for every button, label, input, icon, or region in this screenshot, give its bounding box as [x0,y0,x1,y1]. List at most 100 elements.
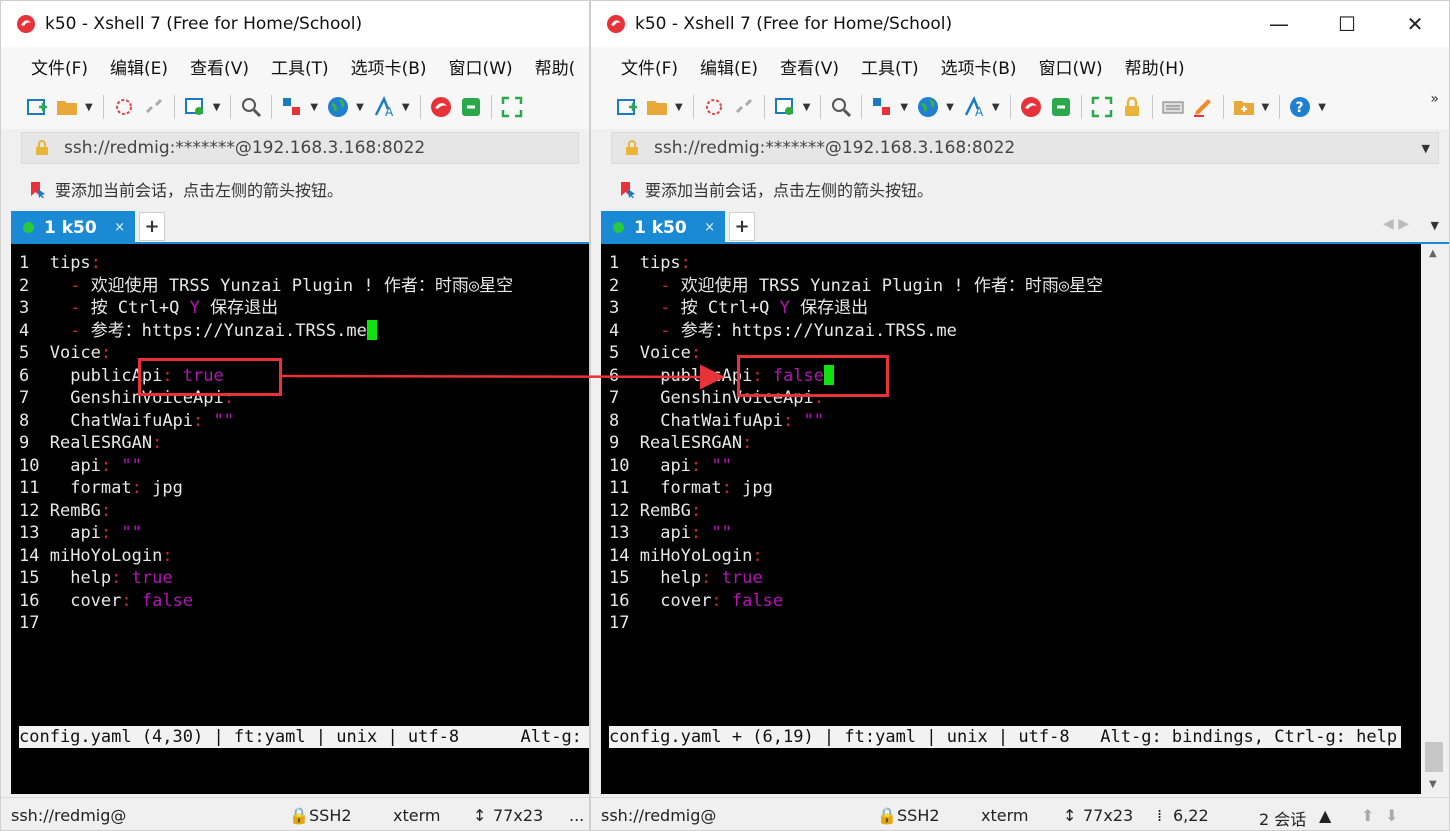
editor-line: 3 - 按 Ctrl+Q Y 保存退出 [19,298,279,318]
toolbar-overflow-icon[interactable]: » [1430,91,1439,107]
lock-icon[interactable] [1120,95,1144,119]
help-icon[interactable]: ? [1288,95,1312,119]
address-dropdown-icon[interactable]: ▼ [1422,142,1430,155]
menu-help[interactable]: 帮助(H) [1125,54,1185,79]
new-session-icon[interactable] [615,95,639,119]
line-number: 6 [609,365,640,386]
fullscreen-icon[interactable] [500,95,524,119]
find-icon[interactable] [239,95,263,119]
menu-edit[interactable]: 编辑(E) [700,54,758,79]
chevron-down-icon[interactable]: ▼ [1318,102,1326,113]
menu-window[interactable]: 窗口(W) [1039,54,1103,79]
yaml-colon: : [690,523,712,543]
chevron-down-icon[interactable]: ▼ [992,102,1000,113]
font-icon[interactable]: A [372,95,396,119]
yaml-value: false [731,590,784,611]
toolbar-separator [692,95,694,119]
address-text: ssh://redmig:*******@192.168.3.168:8022 [64,138,426,158]
menu-file[interactable]: 文件(F) [31,54,88,79]
connect-icon[interactable] [112,95,136,119]
close-button[interactable]: ✕ [1381,1,1449,47]
chevron-down-icon[interactable]: ▼ [310,102,318,113]
bookmark-arrow-icon[interactable] [29,180,47,198]
menu-tools[interactable]: 工具(T) [271,54,329,79]
chevron-down-icon[interactable]: ▼ [213,102,221,113]
yaml-colon: : [742,433,753,453]
new-session-icon[interactable] [25,95,49,119]
terminal-area[interactable]: config.yaml (4,30) | ft:yaml | unix | ut… [11,244,589,794]
status-sessions[interactable]: 2 会话 [1259,806,1306,830]
open-folder-icon[interactable] [645,95,669,119]
find-icon[interactable] [829,95,853,119]
yaml-highlight: Y [779,298,790,318]
properties-icon[interactable] [183,95,207,119]
chevron-down-icon[interactable]: ▼ [675,102,683,113]
next-session-icon[interactable]: ⬇ [1385,806,1398,825]
line-number: 13 [609,523,640,543]
properties-icon[interactable] [773,95,797,119]
tab-session-k50[interactable]: 1 k50 × [11,211,135,244]
yaml-key: 按 Ctrl+Q [680,298,780,318]
transfer-icon[interactable] [280,95,304,119]
terminal-area[interactable]: config.yaml + (6,19) | ft:yaml | unix | … [601,244,1421,794]
yaml-key: miHoYoLogin [639,545,753,566]
add-tab-button[interactable]: + [729,212,755,241]
close-tab-icon[interactable]: × [704,220,715,235]
chevron-down-icon[interactable]: ▼ [946,102,954,113]
connect-icon[interactable] [702,95,726,119]
chevron-down-icon[interactable]: ▼ [900,102,908,113]
menu-tab[interactable]: 选项卡(B) [941,54,1017,79]
address-bar[interactable]: ssh://redmig:*******@192.168.3.168:8022 … [611,132,1439,164]
globe-icon[interactable] [326,95,350,119]
xftp-icon[interactable] [1049,95,1073,119]
menu-edit[interactable]: 编辑(E) [110,54,168,79]
new-tab-icon[interactable] [1232,95,1256,119]
chevron-down-icon[interactable]: ▼ [1262,102,1270,113]
editor-line: 17 [609,612,640,634]
editor-line: 4 - 参考：https://Yunzai.TRSS.me [19,319,377,342]
menu-help[interactable]: 帮助( [535,54,576,79]
disconnect-icon[interactable] [732,95,756,119]
list-dash: - [70,298,91,318]
yaml-value: "" [711,523,732,543]
menu-window[interactable]: 窗口(W) [449,54,513,79]
toolbar-separator [1279,95,1281,119]
disconnect-icon[interactable] [142,95,166,119]
menu-view[interactable]: 查看(V) [780,54,839,79]
chevron-down-icon[interactable]: ▼ [356,102,364,113]
scroll-up-icon[interactable]: ▲ [1429,248,1437,259]
transfer-icon[interactable] [870,95,894,119]
line-number: 15 [19,568,50,588]
scroll-down-icon[interactable]: ▼ [1429,779,1437,790]
tab-scroll-arrows-icon[interactable]: ◀ ▶ [1383,216,1409,232]
menu-tools[interactable]: 工具(T) [861,54,919,79]
scrollbar-thumb[interactable] [1425,742,1443,772]
globe-icon[interactable] [916,95,940,119]
chevron-up-icon[interactable]: ▲ [1319,806,1331,825]
add-tab-button[interactable]: + [139,212,165,241]
prev-session-icon[interactable]: ⬆ [1361,806,1374,825]
menu-file[interactable]: 文件(F) [621,54,678,79]
open-folder-icon[interactable] [55,95,79,119]
chevron-down-icon[interactable]: ▼ [85,102,93,113]
xshell-icon[interactable] [429,95,453,119]
yaml-key: help [660,568,702,588]
menu-tab[interactable]: 选项卡(B) [351,54,427,79]
xshell-icon[interactable] [1019,95,1043,119]
terminal-scrollbar[interactable]: ▲ ▼ [1421,244,1447,794]
close-tab-icon[interactable]: × [114,220,125,235]
highlight-icon[interactable] [1191,95,1215,119]
maximize-button[interactable]: ☐ [1313,1,1381,47]
chevron-down-icon[interactable]: ▼ [402,102,410,113]
address-bar[interactable]: ssh://redmig:*******@192.168.3.168:8022 [21,132,579,164]
bookmark-arrow-icon[interactable] [619,180,637,198]
chevron-down-icon[interactable]: ▼ [803,102,811,113]
menu-view[interactable]: 查看(V) [190,54,249,79]
tab-session-k50[interactable]: 1 k50 × [601,211,725,244]
font-icon[interactable]: A [962,95,986,119]
fullscreen-icon[interactable] [1090,95,1114,119]
minimize-button[interactable]: — [1245,1,1313,47]
keyboard-icon[interactable] [1161,95,1185,119]
tab-list-dropdown-icon[interactable]: ▼ [1431,219,1439,232]
xftp-icon[interactable] [459,95,483,119]
